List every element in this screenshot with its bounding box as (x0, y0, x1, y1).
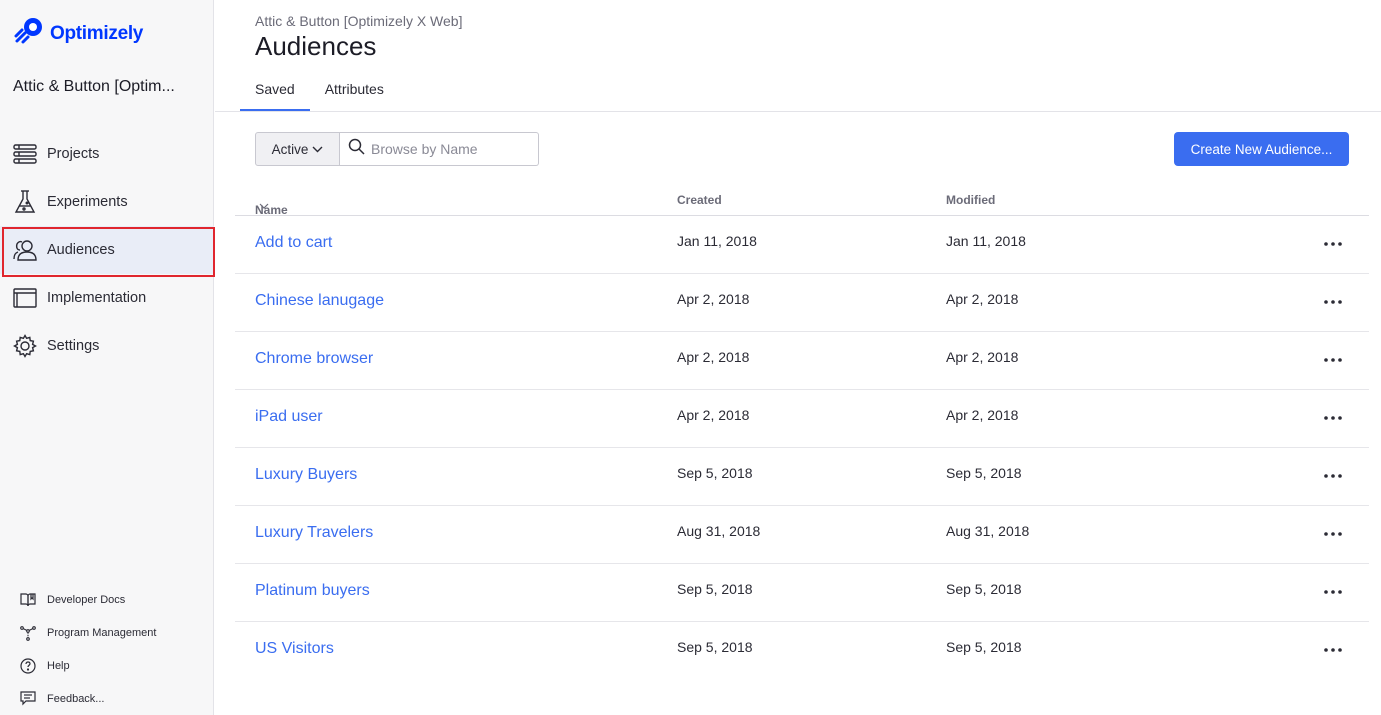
create-new-audience-button[interactable]: Create New Audience... (1174, 132, 1349, 166)
modified-date: Aug 31, 2018 (946, 523, 1030, 539)
status-filter-value: Active (271, 141, 309, 157)
more-options-icon[interactable] (1319, 232, 1347, 256)
more-options-icon[interactable] (1319, 290, 1347, 314)
tab-bar: Saved Attributes (240, 72, 399, 112)
sidebar-footer-label: Feedback... (47, 692, 105, 705)
sidebar-footer-label: Developer Docs (47, 593, 126, 606)
window-icon (12, 285, 38, 311)
sidebar-item-audiences[interactable]: Audiences (0, 226, 215, 277)
created-date: Jan 11, 2018 (677, 233, 757, 249)
audiences-icon (12, 237, 38, 263)
audience-name-link[interactable]: Chinese lanugage (255, 292, 384, 310)
modified-date: Sep 5, 2018 (946, 581, 1022, 597)
audience-name-link[interactable]: Luxury Travelers (255, 524, 373, 542)
sidebar-item-implementation[interactable]: Implementation (0, 274, 214, 322)
table-row[interactable]: Chinese lanugage Apr 2, 2018 Apr 2, 2018 (235, 274, 1369, 332)
feedback-icon (19, 690, 37, 708)
sidebar-item-projects[interactable]: Projects (0, 130, 214, 178)
table-row[interactable]: Chrome browser Apr 2, 2018 Apr 2, 2018 (235, 332, 1369, 390)
more-options-icon[interactable] (1319, 522, 1347, 546)
tab-divider (215, 111, 1381, 112)
sidebar-item-label: Settings (47, 338, 100, 354)
modified-date: Apr 2, 2018 (946, 407, 1019, 423)
help-icon (19, 657, 37, 675)
modified-date: Apr 2, 2018 (946, 349, 1019, 365)
table-row[interactable]: Luxury Buyers Sep 5, 2018 Sep 5, 2018 (235, 448, 1369, 506)
projects-icon (12, 141, 38, 167)
tab-attributes[interactable]: Attributes (310, 72, 399, 112)
breadcrumb[interactable]: Attic & Button [Optimizely X Web] (255, 13, 462, 29)
audience-name-link[interactable]: Luxury Buyers (255, 466, 357, 484)
network-icon (19, 624, 37, 642)
audience-name-link[interactable]: US Visitors (255, 640, 334, 658)
table-row[interactable]: US Visitors Sep 5, 2018 Sep 5, 2018 (235, 622, 1369, 680)
sidebar-footer-developer-docs[interactable]: Developer Docs (0, 583, 214, 616)
table-row[interactable]: Add to cart Jan 11, 2018 Jan 11, 2018 (235, 216, 1369, 274)
tab-saved[interactable]: Saved (240, 72, 310, 112)
main-content: Attic & Button [Optimizely X Web] Audien… (215, 0, 1381, 715)
table-row[interactable]: Platinum buyers Sep 5, 2018 Sep 5, 2018 (235, 564, 1369, 622)
modified-date: Jan 11, 2018 (946, 233, 1026, 249)
sidebar-item-settings[interactable]: Settings (0, 322, 214, 370)
sidebar-footer-help[interactable]: Help (0, 649, 214, 682)
more-options-icon[interactable] (1319, 464, 1347, 488)
sidebar-item-label: Audiences (47, 242, 115, 258)
sidebar-footer-program-management[interactable]: Program Management (0, 616, 214, 649)
table-header: Name Created Modified (235, 183, 1369, 217)
project-name[interactable]: Attic & Button [Optim... (13, 78, 203, 96)
table-row[interactable]: Luxury Travelers Aug 31, 2018 Aug 31, 2018 (235, 506, 1369, 564)
sidebar-footer: Developer Docs Program Management Help F… (0, 583, 214, 715)
created-date: Sep 5, 2018 (677, 465, 753, 481)
search-icon (348, 138, 365, 160)
sidebar-footer-feedback[interactable]: Feedback... (0, 682, 214, 715)
chevron-down-icon (312, 146, 323, 153)
optimizely-logo-icon (14, 16, 46, 51)
sort-chevron-down-icon (259, 203, 269, 209)
audience-name-link[interactable]: iPad user (255, 408, 323, 426)
sidebar-footer-label: Program Management (47, 626, 157, 639)
created-date: Aug 31, 2018 (677, 523, 761, 539)
sidebar-footer-label: Help (47, 659, 70, 672)
sidebar: Optimizely Attic & Button [Optim... Proj… (0, 0, 215, 715)
created-date: Sep 5, 2018 (677, 581, 753, 597)
more-options-icon[interactable] (1319, 580, 1347, 604)
page-title: Audiences (255, 31, 377, 61)
status-filter-dropdown[interactable]: Active (255, 132, 340, 166)
more-options-icon[interactable] (1319, 406, 1347, 430)
more-options-icon[interactable] (1319, 348, 1347, 372)
created-date: Apr 2, 2018 (677, 407, 750, 423)
book-icon (19, 591, 37, 609)
created-date: Sep 5, 2018 (677, 639, 753, 655)
search-input[interactable] (371, 141, 531, 157)
sidebar-item-label: Experiments (47, 194, 128, 210)
search-box[interactable] (340, 132, 539, 166)
table-body: Add to cart Jan 11, 2018 Jan 11, 2018 Chine… (235, 216, 1369, 680)
created-date: Apr 2, 2018 (677, 349, 750, 365)
flask-icon (12, 189, 38, 215)
audience-name-link[interactable]: Platinum buyers (255, 582, 370, 600)
modified-date: Sep 5, 2018 (946, 639, 1022, 655)
modified-date: Apr 2, 2018 (946, 291, 1019, 307)
modified-date: Sep 5, 2018 (946, 465, 1022, 481)
audiences-table: Name Created Modified Add to cart Jan 11,… (235, 183, 1369, 680)
column-header-modified[interactable]: Modified (946, 193, 995, 207)
logo[interactable]: Optimizely (14, 16, 143, 51)
logo-text: Optimizely (50, 22, 144, 44)
filter-bar: Active (255, 132, 539, 166)
table-row[interactable]: iPad user Apr 2, 2018 Apr 2, 2018 (235, 390, 1369, 448)
sidebar-item-label: Projects (47, 146, 100, 162)
audience-name-link[interactable]: Chrome browser (255, 350, 373, 368)
sidebar-item-label: Implementation (47, 290, 147, 306)
created-date: Apr 2, 2018 (677, 291, 750, 307)
audience-name-link[interactable]: Add to cart (255, 234, 332, 252)
more-options-icon[interactable] (1319, 638, 1347, 662)
sidebar-nav: Projects Experiments Audiences Implement… (0, 130, 215, 370)
column-header-created[interactable]: Created (677, 193, 722, 207)
sidebar-item-experiments[interactable]: Experiments (0, 178, 214, 226)
gear-icon (12, 333, 38, 359)
